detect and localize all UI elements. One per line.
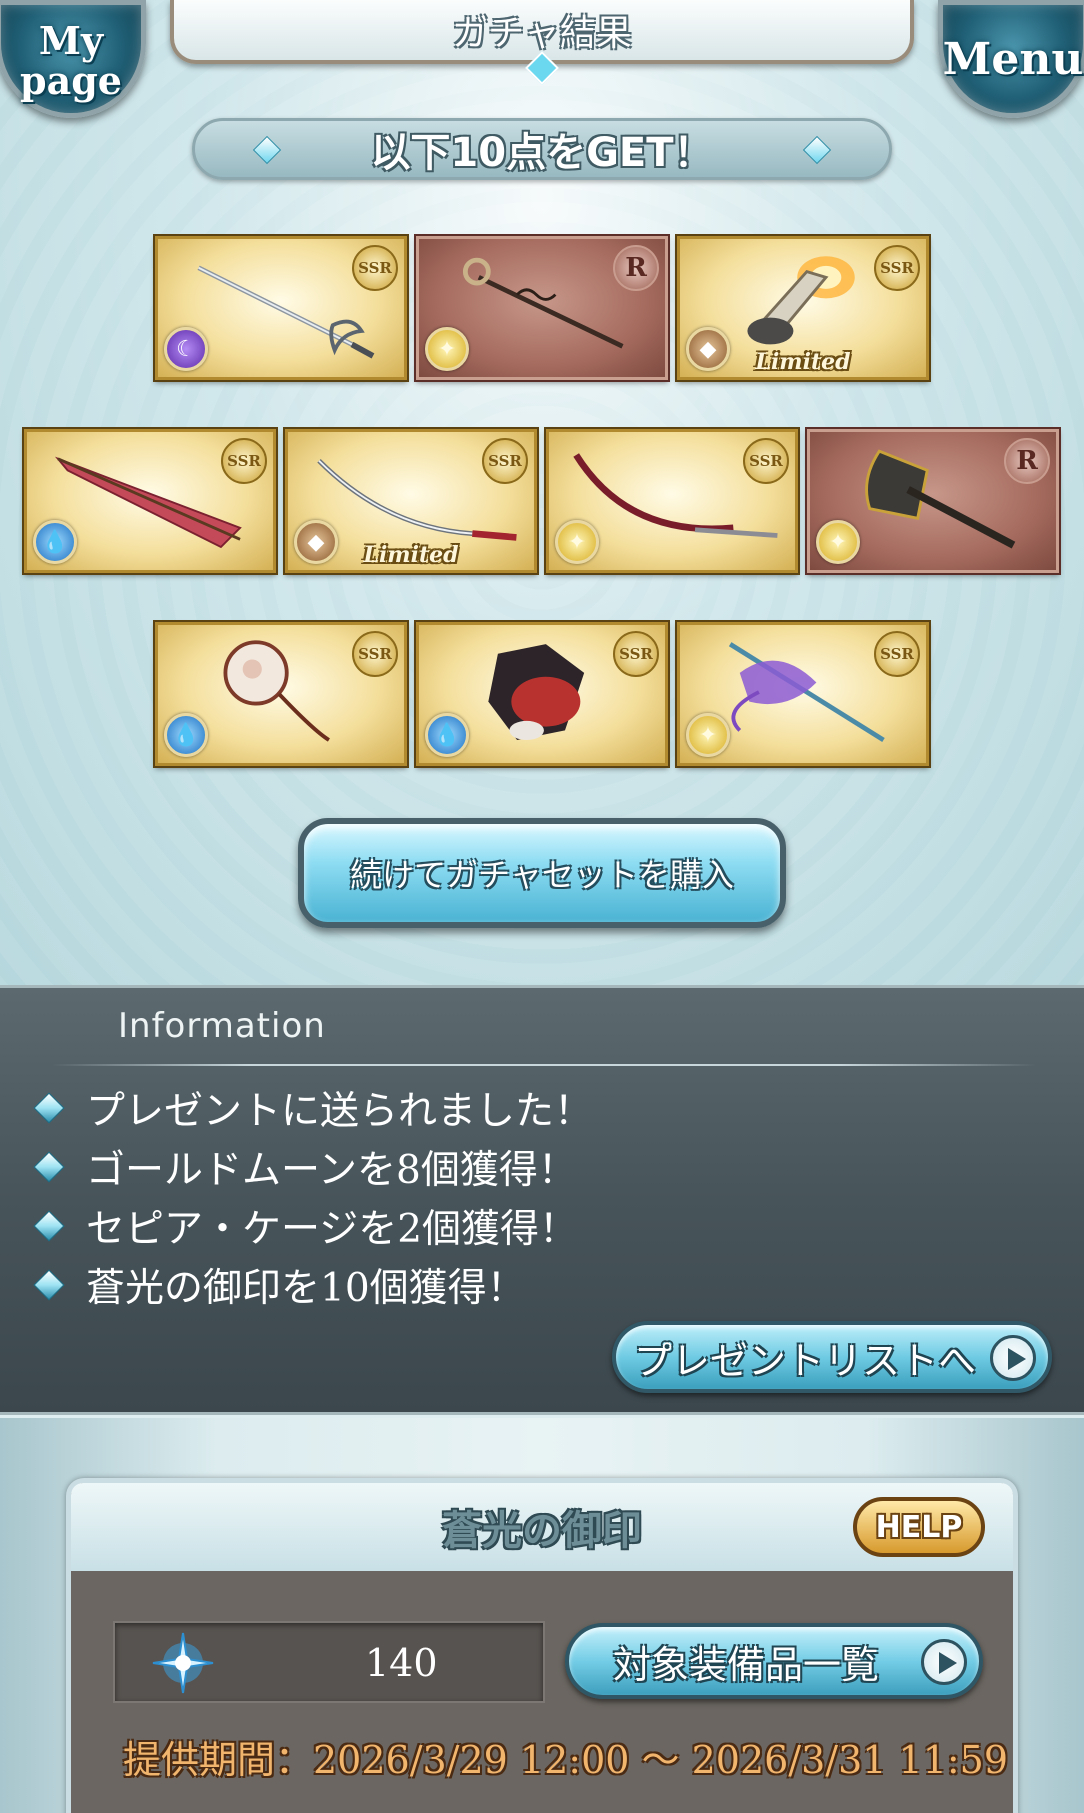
seal-panel: 蒼光の御印 HELP 140 対象装備品一覧 提供期間：2026/3/29 12…: [66, 1478, 1018, 1813]
info-line: 蒼光の御印を10個獲得！: [86, 1265, 526, 1311]
item-card-9[interactable]: SSR 💧: [416, 622, 668, 766]
gacha-result-area: My page ガチャ結果 Menu 以下10点をGET！ SSR ☾ R ✦: [0, 0, 1084, 985]
item-card-4[interactable]: SSR 💧: [24, 429, 276, 573]
mypage-label-line2: page: [20, 58, 122, 103]
light-element-icon: ✦: [555, 520, 599, 564]
play-arrow-icon: [921, 1639, 967, 1685]
continue-purchase-button[interactable]: 続けてガチャセットを購入: [298, 818, 786, 928]
mypage-button[interactable]: My page: [0, 0, 146, 118]
diamond-bullet-icon: [33, 1268, 65, 1301]
blue-seal-icon: [152, 1632, 214, 1694]
menu-button[interactable]: Menu: [938, 0, 1084, 118]
continue-purchase-label: 続けてガチャセットを購入: [350, 856, 734, 894]
rarity-badge: SSR: [874, 245, 920, 291]
item-card-5[interactable]: SSR ◆ Limited: [285, 429, 537, 573]
list-item: セピア・ケージを2個獲得！: [30, 1196, 593, 1255]
info-line: ゴールドムーンを8個獲得！: [86, 1147, 577, 1193]
info-line: セピア・ケージを2個獲得！: [86, 1206, 579, 1252]
water-element-icon: 💧: [33, 520, 77, 564]
seal-count: 140: [365, 1641, 438, 1685]
mypage-label-line1: My: [38, 18, 104, 63]
dark-element-icon: ☾: [164, 327, 208, 371]
rarity-badge: SSR: [352, 631, 398, 677]
diamond-bullet-icon: [33, 1150, 65, 1183]
page-title: ガチャ結果: [452, 13, 632, 54]
diamond-bullet-icon: [33, 1209, 65, 1242]
limited-label: Limited: [363, 542, 459, 568]
get-banner-text: 以下10点をGET！: [370, 130, 714, 176]
item-card-7[interactable]: R ✦: [807, 429, 1059, 573]
rarity-badge: SSR: [482, 438, 528, 484]
light-element-icon: ✦: [686, 713, 730, 757]
item-card-6[interactable]: SSR ✦: [546, 429, 798, 573]
diamond-bullet-icon: [33, 1091, 65, 1124]
offer-period: 提供期間：2026/3/29 12:00 〜 2026/3/31 11:59: [123, 1738, 1009, 1782]
target-equipment-label: 対象装備品一覧: [613, 1642, 880, 1687]
item-card-8[interactable]: SSR 💧: [155, 622, 407, 766]
information-panel: Information プレゼントに送られました！ ゴールドムーンを8個獲得！ …: [0, 985, 1084, 1415]
help-button[interactable]: HELP: [853, 1497, 985, 1557]
rarity-badge: R: [1004, 438, 1050, 484]
water-element-icon: 💧: [425, 713, 469, 757]
information-list: プレゼントに送られました！ ゴールドムーンを8個獲得！ セピア・ケージを2個獲得…: [30, 1078, 593, 1314]
list-item: 蒼光の御印を10個獲得！: [30, 1255, 593, 1314]
rarity-badge: SSR: [613, 631, 659, 677]
seal-area: 蒼光の御印 HELP 140 対象装備品一覧 提供期間：2026/3/29 12…: [0, 1418, 1084, 1813]
menu-label: Menu: [942, 33, 1084, 85]
target-equipment-list-button[interactable]: 対象装備品一覧: [565, 1623, 983, 1699]
gem-left-icon: [252, 135, 282, 165]
item-card-2[interactable]: R ✦: [416, 236, 668, 380]
rarity-badge: R: [613, 245, 659, 291]
present-list-button[interactable]: プレゼントリストへ: [612, 1321, 1052, 1393]
gem-right-icon: [802, 135, 832, 165]
rarity-badge: SSR: [743, 438, 789, 484]
limited-label: Limited: [755, 349, 851, 375]
seal-header: 蒼光の御印 HELP: [71, 1483, 1013, 1571]
water-element-icon: 💧: [164, 713, 208, 757]
list-item: ゴールドムーンを8個獲得！: [30, 1137, 593, 1196]
help-label: HELP: [875, 1509, 963, 1545]
information-title: Information: [118, 1006, 326, 1046]
seal-title: 蒼光の御印: [442, 1507, 642, 1554]
seal-count-box: 140: [113, 1621, 545, 1703]
rarity-badge: SSR: [221, 438, 267, 484]
divider: [52, 1064, 1036, 1066]
item-card-1[interactable]: SSR ☾: [155, 236, 407, 380]
rarity-badge: SSR: [352, 245, 398, 291]
light-element-icon: ✦: [816, 520, 860, 564]
item-card-10[interactable]: SSR ✦: [677, 622, 929, 766]
play-arrow-icon: [990, 1335, 1036, 1381]
get-banner: 以下10点をGET！: [192, 118, 892, 180]
list-item: プレゼントに送られました！: [30, 1078, 593, 1137]
info-line: プレゼントに送られました！: [86, 1088, 594, 1134]
present-list-label: プレゼントリストへ: [634, 1338, 977, 1383]
light-element-icon: ✦: [425, 327, 469, 371]
item-card-3[interactable]: SSR ◆ Limited: [677, 236, 929, 380]
rarity-badge: SSR: [874, 631, 920, 677]
